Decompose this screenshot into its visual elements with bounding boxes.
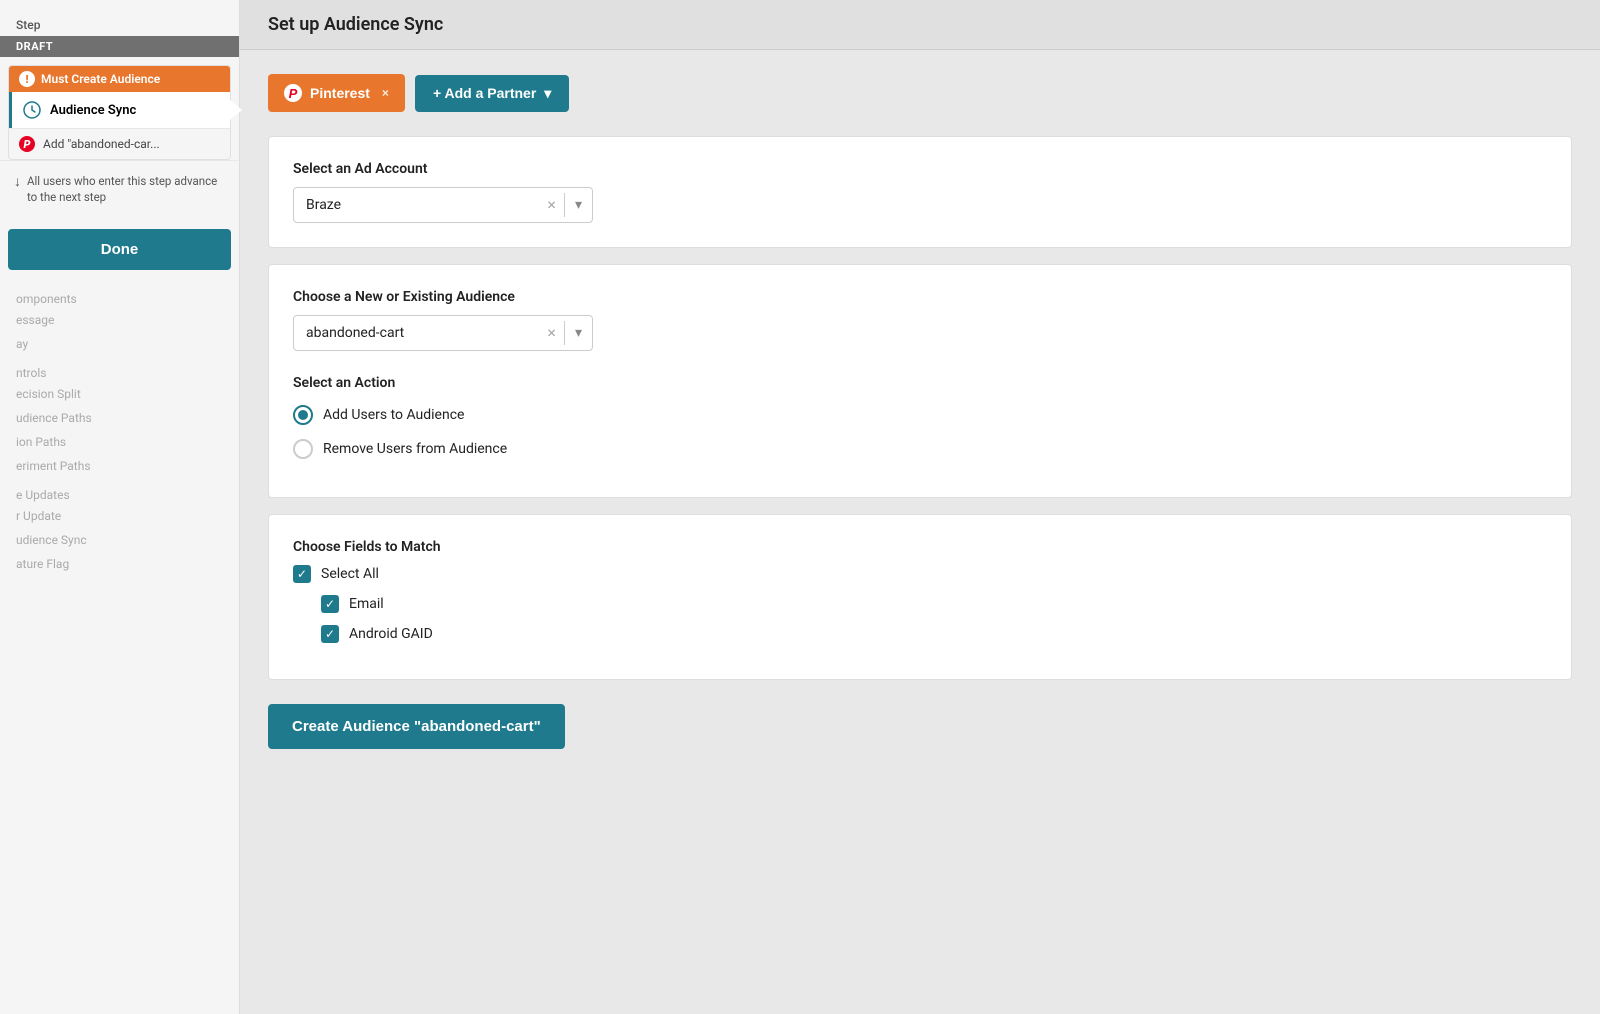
pinterest-close-icon[interactable]: × (382, 86, 389, 100)
delay-item[interactable]: ay (0, 332, 239, 356)
user-update-item[interactable]: r Update (0, 504, 239, 528)
pinterest-small-icon: P (19, 136, 35, 152)
select-all-checkbox[interactable]: ✓ Select All (293, 565, 1547, 583)
fields-card: Choose Fields to Match ✓ Select All ✓ Em… (268, 514, 1572, 680)
audience-sync-item[interactable]: Audience Sync (9, 92, 230, 128)
email-checkbox[interactable]: ✓ Email (321, 595, 1547, 613)
draft-badge: DRAFT (0, 36, 239, 57)
ad-account-card: Select an Ad Account Braze × ▾ (268, 136, 1572, 248)
ad-account-value: Braze (294, 188, 539, 222)
chevron-down-icon: ▾ (544, 85, 551, 102)
components-section: omponents (0, 286, 239, 308)
remove-users-radio[interactable]: Remove Users from Audience (293, 439, 1547, 459)
fields-label: Choose Fields to Match (293, 539, 1547, 555)
add-users-radio[interactable]: Add Users to Audience (293, 405, 1547, 425)
add-abandoned-cart-item[interactable]: P Add "abandoned-car... (9, 128, 230, 159)
done-button[interactable]: Done (8, 229, 231, 270)
fields-indent: ✓ Email ✓ Android GAID (321, 595, 1547, 643)
action-label: Select an Action (293, 375, 1547, 391)
audience-clear-icon[interactable]: × (539, 325, 564, 341)
audience-sync-label: Audience Sync (50, 103, 136, 118)
message-item[interactable]: essage (0, 308, 239, 332)
active-chevron (230, 100, 242, 120)
experiment-paths-item[interactable]: eriment Paths (0, 454, 239, 478)
audience-value: abandoned-cart (294, 316, 539, 350)
remove-users-radio-icon (293, 439, 313, 459)
remove-users-label: Remove Users from Audience (323, 441, 507, 457)
page-title: Set up Audience Sync (268, 14, 1572, 35)
ad-account-clear-icon[interactable]: × (539, 197, 564, 213)
add-users-label: Add Users to Audience (323, 407, 464, 423)
ad-account-chevron-icon[interactable]: ▾ (565, 197, 592, 213)
action-paths-item[interactable]: ion Paths (0, 430, 239, 454)
create-audience-button[interactable]: Create Audience "abandoned-cart" (268, 704, 565, 749)
audience-select[interactable]: abandoned-cart × ▾ (293, 315, 593, 351)
main-body: P Pinterest × + Add a Partner ▾ Select a… (240, 50, 1600, 1014)
live-updates-section: e Updates (0, 482, 239, 504)
audience-paths-item[interactable]: udience Paths (0, 406, 239, 430)
must-create-banner: ! Must Create Audience (9, 66, 230, 92)
ad-account-label: Select an Ad Account (293, 161, 1547, 177)
audience-sync-nav-item[interactable]: udience Sync (0, 528, 239, 552)
add-item-label: Add "abandoned-car... (43, 137, 160, 151)
controls-section: ntrols (0, 360, 239, 382)
step-label: Step (0, 10, 239, 36)
audience-chevron-icon[interactable]: ▾ (565, 325, 592, 341)
pinterest-logo-icon: P (284, 84, 302, 102)
pinterest-button[interactable]: P Pinterest × (268, 74, 405, 112)
add-partner-label: + Add a Partner (433, 85, 536, 101)
audience-card: Choose a New or Existing Audience abando… (268, 264, 1572, 498)
action-section: Select an Action Add Users to Audience R… (293, 375, 1547, 459)
warning-icon: ! (19, 71, 35, 87)
add-partner-button[interactable]: + Add a Partner ▾ (415, 75, 569, 112)
main-header: Set up Audience Sync (240, 0, 1600, 50)
partner-row: P Pinterest × + Add a Partner ▾ (268, 74, 1572, 112)
decision-split-item[interactable]: ecision Split (0, 382, 239, 406)
add-users-radio-icon (293, 405, 313, 425)
ad-account-select[interactable]: Braze × ▾ (293, 187, 593, 223)
android-gaid-checkbox-icon: ✓ (321, 625, 339, 643)
android-gaid-checkbox[interactable]: ✓ Android GAID (321, 625, 1547, 643)
email-label: Email (349, 596, 384, 612)
android-gaid-label: Android GAID (349, 626, 433, 642)
email-checkbox-icon: ✓ (321, 595, 339, 613)
select-all-checkbox-icon: ✓ (293, 565, 311, 583)
pinterest-label: Pinterest (310, 85, 370, 101)
audience-select-label: Choose a New or Existing Audience (293, 289, 1547, 305)
advance-note: ↓ All users who enter this step advance … (0, 160, 239, 217)
must-create-label: Must Create Audience (41, 72, 160, 86)
feature-flag-item[interactable]: ature Flag (0, 552, 239, 576)
sidebar: Step DRAFT ! Must Create Audience Audien… (0, 0, 240, 1014)
audience-sync-icon (22, 100, 42, 120)
must-create-card: ! Must Create Audience Audience Sync P A… (8, 65, 231, 160)
select-all-label: Select All (321, 566, 379, 582)
main-content: Set up Audience Sync P Pinterest × + Add… (240, 0, 1600, 1014)
